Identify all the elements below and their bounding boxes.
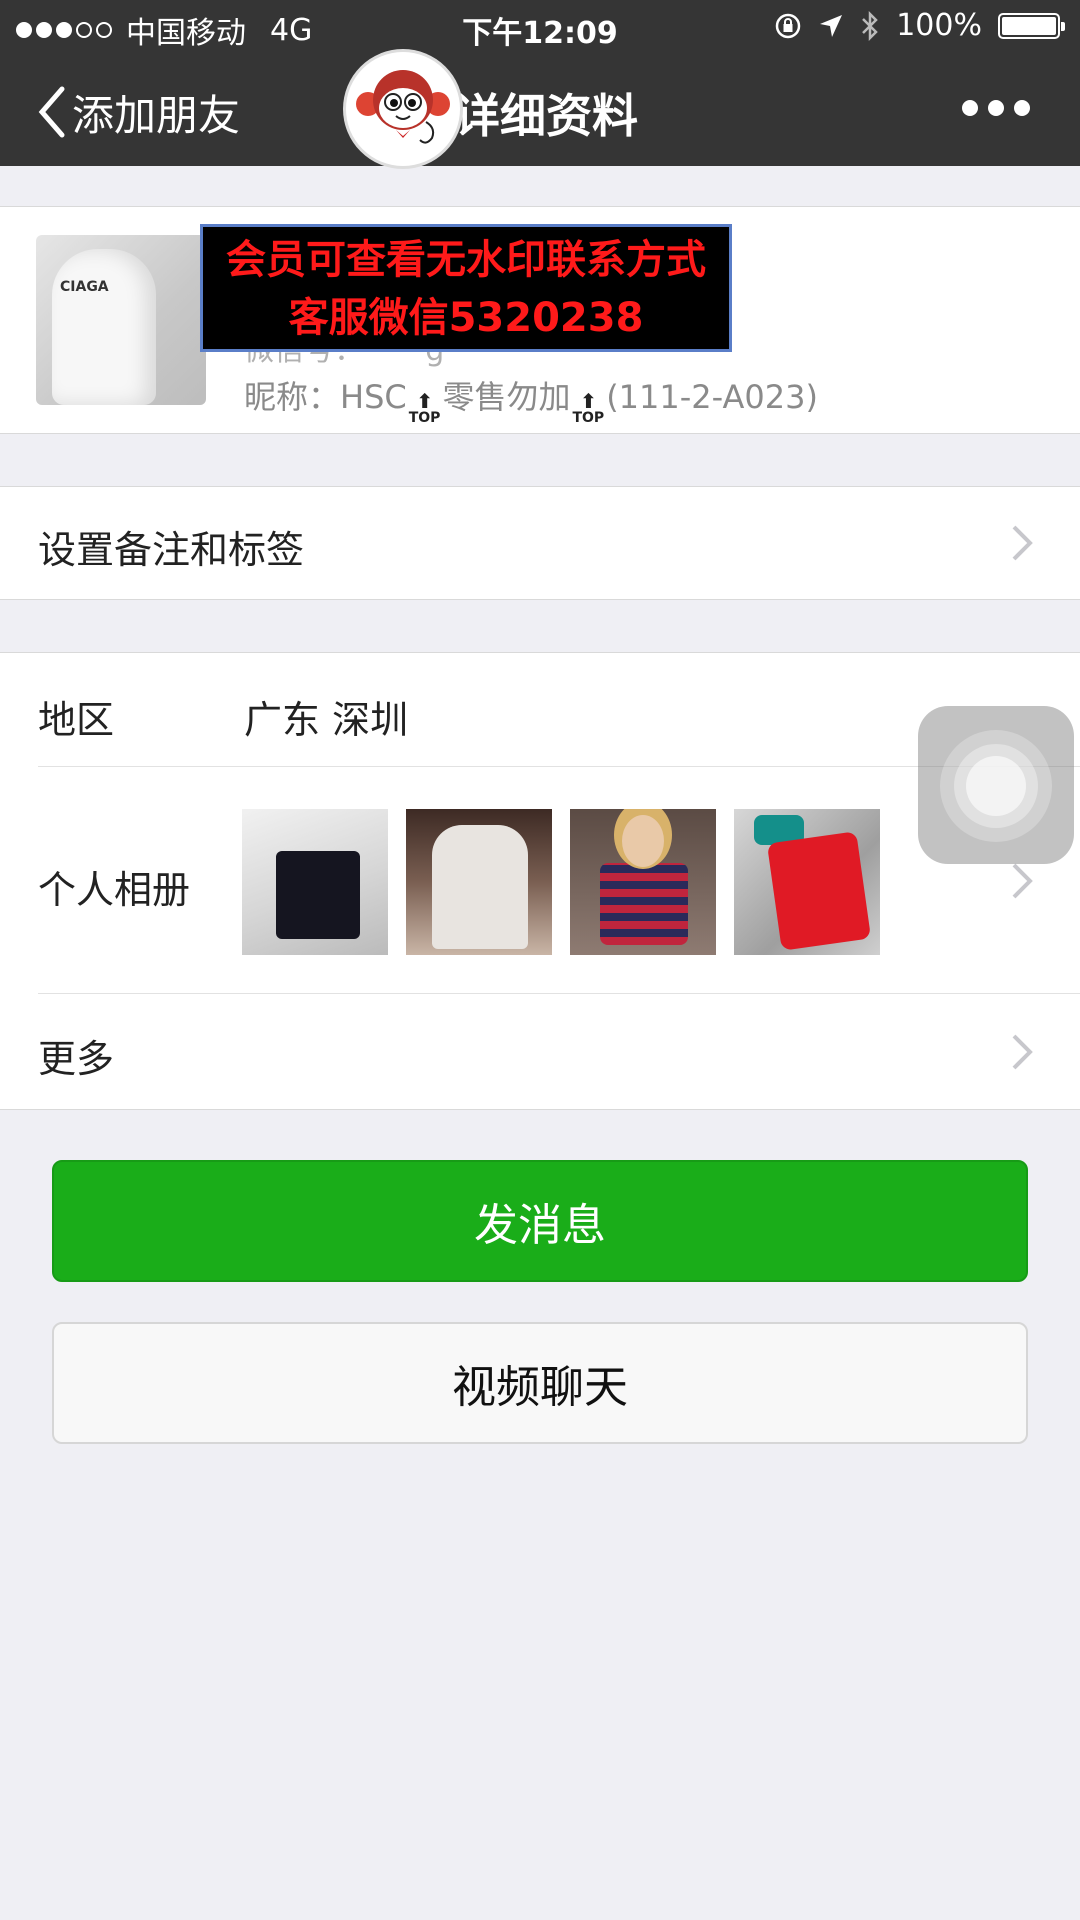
set-remark-cell[interactable]: 设置备注和标签: [0, 486, 1080, 600]
overlay-line-1: 会员可查看无水印联系方式: [226, 237, 706, 283]
video-chat-button[interactable]: 视频聊天: [52, 1322, 1028, 1444]
set-remark-label: 设置备注和标签: [38, 528, 305, 572]
info-group: 地区 广东 深圳 个人相册 更多: [0, 652, 1080, 1110]
watermark-overlay: 会员可查看无水印联系方式 客服微信5320238: [200, 224, 732, 352]
rotation-lock-icon: [775, 13, 801, 38]
album-photo-2: [406, 809, 552, 955]
chevron-left-icon: [38, 86, 65, 138]
more-options-button[interactable]: [962, 100, 1030, 116]
region-label: 地区: [38, 698, 115, 742]
nickname-prefix: 昵称：: [244, 378, 341, 416]
nickname-part2: 零售勿加: [442, 378, 571, 416]
status-bar: 中国移动 4G 下午12:09 100%: [0, 0, 1080, 54]
album-photo-1: [242, 809, 388, 955]
more-row[interactable]: 更多: [0, 994, 1080, 1108]
nickname-part1: HSC: [340, 378, 407, 416]
top-badge-icon: ⬆ TOP: [572, 389, 605, 426]
monkey-icon: [356, 70, 450, 144]
battery-icon: [998, 12, 1065, 39]
chevron-right-icon: [1012, 1034, 1033, 1070]
avatar-print-text: CIAGA: [60, 279, 109, 295]
top-badge-text: TOP: [408, 410, 441, 426]
status-right: 100%: [774, 8, 1065, 43]
assistive-touch-button[interactable]: [918, 706, 1074, 864]
avatar-hoodie-figure: [52, 249, 156, 405]
top-bar: 中国移动 4G 下午12:09 100% 添加朋友 详细资料: [0, 0, 1080, 166]
region-value: 广东 深圳: [244, 698, 409, 742]
top-badge-icon: ⬆ TOP: [408, 389, 441, 426]
navigation-bar: 添加朋友 详细资料: [0, 54, 1080, 166]
nickname-part3: (111-2-A023): [606, 378, 818, 416]
chevron-right-icon: [1012, 525, 1033, 561]
more-label: 更多: [38, 1037, 115, 1081]
top-badge-text: TOP: [572, 410, 605, 426]
location-arrow-icon: [820, 14, 843, 37]
dot-icon: [962, 100, 978, 116]
mascot-logo: [346, 52, 460, 166]
send-message-button[interactable]: 发消息: [52, 1160, 1028, 1282]
back-button[interactable]: 添加朋友: [36, 82, 240, 142]
nickname-line: 昵称： HSC ⬆ TOP 零售勿加 ⬆ TOP (111-2-A023): [244, 372, 818, 425]
avatar[interactable]: CIAGA: [36, 235, 206, 405]
bluetooth-icon: [862, 10, 878, 41]
dot-icon: [988, 100, 1004, 116]
album-photo-4: [734, 809, 880, 955]
album-photo-3: [570, 809, 716, 955]
back-label: 添加朋友: [72, 90, 241, 140]
album-label: 个人相册: [38, 868, 191, 912]
battery-percent: 100%: [896, 8, 982, 43]
chevron-right-icon: [1012, 863, 1033, 899]
album-photos: [242, 809, 880, 955]
page-title: 详细资料: [454, 89, 638, 143]
dot-icon: [1014, 100, 1030, 116]
overlay-line-2: 客服微信5320238: [288, 295, 644, 341]
